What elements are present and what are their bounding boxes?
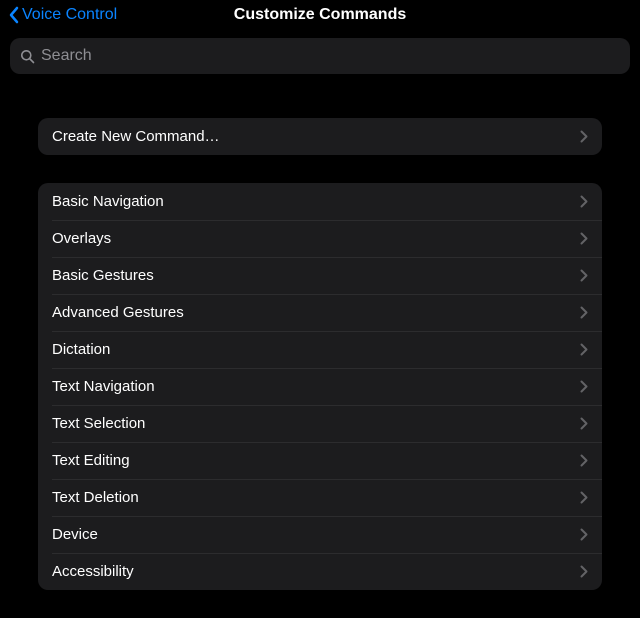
category-row[interactable]: Device xyxy=(38,516,602,553)
category-row[interactable]: Text Selection xyxy=(38,405,602,442)
category-label: Text Editing xyxy=(52,452,580,469)
chevron-right-icon xyxy=(580,269,588,282)
category-row[interactable]: Text Deletion xyxy=(38,479,602,516)
chevron-right-icon xyxy=(580,380,588,393)
category-label: Text Navigation xyxy=(52,378,580,395)
chevron-right-icon xyxy=(580,417,588,430)
chevron-right-icon xyxy=(580,343,588,356)
search-icon xyxy=(20,49,35,64)
category-label: Text Deletion xyxy=(52,489,580,506)
category-row[interactable]: Advanced Gestures xyxy=(38,294,602,331)
create-new-command-row[interactable]: Create New Command… xyxy=(38,118,602,155)
category-row[interactable]: Text Editing xyxy=(38,442,602,479)
category-row[interactable]: Text Navigation xyxy=(38,368,602,405)
content: Create New Command… Basic Navigation Over… xyxy=(0,118,640,590)
category-label: Device xyxy=(52,526,580,543)
category-label: Dictation xyxy=(52,341,580,358)
category-row[interactable]: Accessibility xyxy=(38,553,602,590)
category-label: Accessibility xyxy=(52,563,580,580)
category-label: Advanced Gestures xyxy=(52,304,580,321)
chevron-right-icon xyxy=(580,565,588,578)
categories-group: Basic Navigation Overlays Basic Gestures Ad… xyxy=(38,183,602,590)
category-row[interactable]: Overlays xyxy=(38,220,602,257)
category-row[interactable]: Basic Navigation xyxy=(38,183,602,220)
chevron-right-icon xyxy=(580,528,588,541)
search-input[interactable] xyxy=(41,47,620,65)
chevron-right-icon xyxy=(580,130,588,143)
chevron-right-icon xyxy=(580,454,588,467)
create-label: Create New Command… xyxy=(52,128,580,145)
search-wrap xyxy=(0,30,640,78)
chevron-right-icon xyxy=(580,232,588,245)
chevron-right-icon xyxy=(580,491,588,504)
category-label: Basic Navigation xyxy=(52,193,580,210)
search-field[interactable] xyxy=(10,38,630,74)
category-label: Overlays xyxy=(52,230,580,247)
category-row[interactable]: Dictation xyxy=(38,331,602,368)
create-group: Create New Command… xyxy=(38,118,602,155)
back-button[interactable]: Voice Control xyxy=(8,0,117,30)
chevron-left-icon xyxy=(8,6,20,24)
category-label: Text Selection xyxy=(52,415,580,432)
chevron-right-icon xyxy=(580,306,588,319)
category-label: Basic Gestures xyxy=(52,267,580,284)
chevron-right-icon xyxy=(580,195,588,208)
page-title: Customize Commands xyxy=(234,6,406,24)
nav-bar: Voice Control Customize Commands xyxy=(0,0,640,30)
back-label: Voice Control xyxy=(22,6,117,24)
category-row[interactable]: Basic Gestures xyxy=(38,257,602,294)
